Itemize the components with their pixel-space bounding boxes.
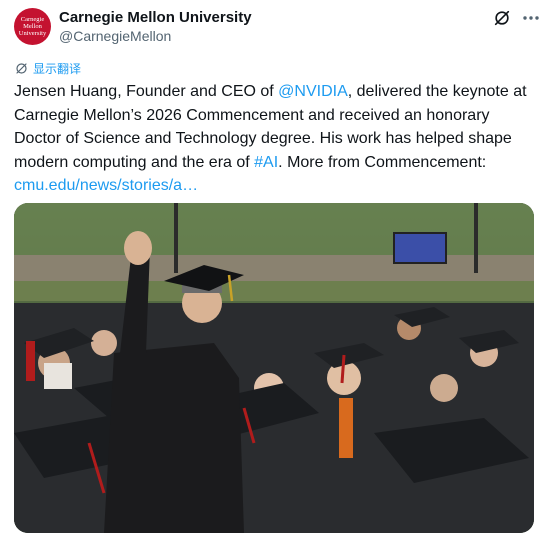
avatar-line-2: Mellon <box>23 23 42 30</box>
more-icon[interactable] <box>521 9 541 27</box>
tweet-text: Jensen Huang, Founder and CEO of @NVIDIA… <box>14 80 539 198</box>
handle[interactable]: @CarnegieMellon <box>59 28 171 44</box>
avatar[interactable]: Carnegie Mellon University <box>14 8 51 45</box>
mention-link[interactable]: @NVIDIA <box>278 83 348 100</box>
translate-icon <box>16 63 27 74</box>
tweet-photo[interactable] <box>14 203 534 533</box>
tweet-text-part-3: . More from Commencement: <box>278 153 487 171</box>
display-name[interactable]: Carnegie Mellon University <box>59 9 252 26</box>
translate-button[interactable]: 显示翻译 <box>14 60 81 77</box>
commencement-photo <box>14 203 534 533</box>
avatar-line-1: Carnegie <box>20 16 45 23</box>
tweet-text-part-1: Jensen Huang, Founder and CEO of <box>14 83 279 100</box>
article-link[interactable]: cmu.edu/news/stories/a… <box>14 177 198 194</box>
hashtag-link[interactable]: #AI <box>254 154 278 171</box>
avatar-line-3: University <box>18 30 47 37</box>
grok-icon[interactable] <box>493 9 511 27</box>
translate-label: 显示翻译 <box>33 62 82 76</box>
